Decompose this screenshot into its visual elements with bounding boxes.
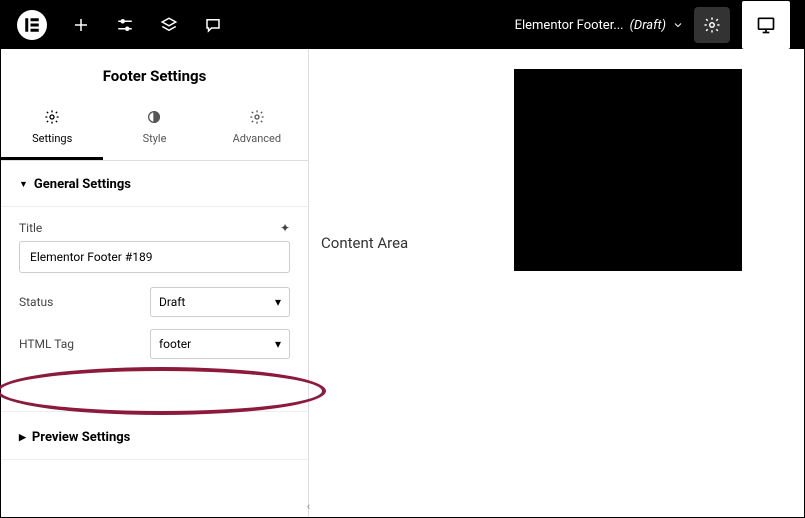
title-label: Title <box>19 221 42 235</box>
contrast-icon <box>103 109 205 128</box>
chevron-down-icon: ▾ <box>275 295 281 309</box>
html-tag-select[interactable]: footer ▾ <box>150 329 290 359</box>
add-icon[interactable] <box>59 1 103 49</box>
html-tag-value: footer <box>159 337 191 351</box>
ai-sparkle-icon[interactable]: ✦ <box>280 221 290 235</box>
status-select[interactable]: Draft ▾ <box>150 287 290 317</box>
settings-panel: Footer Settings Settings Style Advanced … <box>1 49 309 517</box>
chevron-down-icon[interactable] <box>672 16 684 35</box>
settings-gear-button[interactable] <box>694 7 730 43</box>
general-settings-toggle[interactable]: ▼ General Settings <box>1 161 308 207</box>
footer-preview-block[interactable] <box>514 69 742 271</box>
tab-advanced[interactable]: Advanced <box>206 99 308 160</box>
document-title: Elementor Footer... <box>515 18 624 33</box>
preview-settings-toggle[interactable]: ▶ Preview Settings <box>1 411 308 460</box>
gear-icon <box>1 109 103 128</box>
editor-canvas[interactable]: Content Area <box>309 49 804 517</box>
comment-icon[interactable] <box>191 1 235 49</box>
content-area-label: Content Area <box>321 234 408 252</box>
tab-settings[interactable]: Settings <box>1 99 103 160</box>
chevron-down-icon: ▾ <box>275 337 281 351</box>
tab-label: Advanced <box>233 132 281 145</box>
elementor-logo[interactable] <box>17 10 47 40</box>
section-heading: Preview Settings <box>32 430 130 445</box>
status-value: Draft <box>159 295 185 309</box>
document-status: (Draft) <box>630 18 666 33</box>
section-heading: General Settings <box>34 177 131 192</box>
triangle-right-icon: ▶ <box>19 433 26 443</box>
gear-icon <box>206 109 308 128</box>
triangle-down-icon: ▼ <box>19 179 28 190</box>
responsive-mode-button[interactable] <box>742 1 790 49</box>
html-tag-label: HTML Tag <box>19 337 74 351</box>
layers-icon[interactable] <box>147 1 191 49</box>
sliders-icon[interactable] <box>103 1 147 49</box>
title-input[interactable] <box>19 241 290 273</box>
status-label: Status <box>19 295 53 309</box>
tab-style[interactable]: Style <box>103 99 205 160</box>
tab-label: Style <box>143 132 167 145</box>
tab-label: Settings <box>32 132 72 145</box>
panel-title: Footer Settings <box>1 49 308 99</box>
